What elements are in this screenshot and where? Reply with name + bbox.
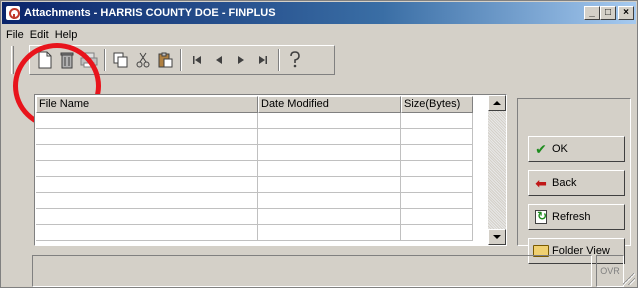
table-row[interactable] — [36, 225, 488, 241]
minimize-button[interactable]: _ — [584, 6, 600, 20]
toolbar-separator — [104, 49, 106, 71]
menu-help[interactable]: Help — [52, 29, 81, 41]
column-header-size[interactable]: Size(Bytes) — [401, 96, 473, 113]
column-header-date-modified[interactable]: Date Modified — [258, 96, 401, 113]
table-row[interactable] — [36, 113, 488, 129]
table-row[interactable] — [36, 129, 488, 145]
attachments-table: File Name Date Modified Size(Bytes) — [34, 94, 507, 246]
window-title: Attachments - HARRIS COUNTY DOE - FINPLU… — [24, 7, 276, 19]
menu-edit[interactable]: Edit — [27, 29, 52, 41]
ok-button-label: OK — [552, 143, 568, 155]
last-record-icon[interactable] — [252, 49, 274, 71]
table-row[interactable] — [36, 161, 488, 177]
menu-file[interactable]: File — [3, 29, 27, 41]
refresh-button-label: Refresh — [552, 211, 591, 223]
refresh-icon — [535, 209, 547, 224]
scroll-up-button[interactable] — [488, 95, 506, 111]
column-header-file-name[interactable]: File Name — [36, 96, 258, 113]
previous-record-icon[interactable] — [208, 49, 230, 71]
attachments-window: Attachments - HARRIS COUNTY DOE - FINPLU… — [0, 0, 638, 288]
back-button[interactable]: ⬅ Back — [528, 170, 625, 196]
toolbar-separator — [180, 49, 182, 71]
close-button[interactable]: × — [618, 6, 634, 20]
overwrite-indicator: OVR — [596, 255, 624, 287]
first-record-icon[interactable] — [186, 49, 208, 71]
scroll-up-arrow-icon — [493, 101, 501, 105]
copy-icon[interactable] — [110, 49, 132, 71]
checkmark-icon: ✔ — [535, 140, 547, 157]
paste-icon[interactable] — [154, 49, 176, 71]
table-header: File Name Date Modified Size(Bytes) — [36, 96, 488, 113]
table-body: File Name Date Modified Size(Bytes) — [36, 96, 488, 244]
resize-grip[interactable] — [623, 273, 635, 285]
window-controls: _ □ × — [584, 6, 634, 20]
table-row[interactable] — [36, 177, 488, 193]
app-icon — [6, 6, 20, 20]
table-row[interactable] — [36, 145, 488, 161]
scroll-down-button[interactable] — [488, 229, 506, 245]
back-button-label: Back — [552, 177, 577, 189]
cut-icon[interactable] — [132, 49, 154, 71]
refresh-button[interactable]: Refresh — [528, 204, 625, 230]
toolbar-separator — [278, 49, 280, 71]
toolbar-grip[interactable] — [11, 46, 14, 74]
status-bar — [32, 255, 592, 287]
title-bar[interactable]: Attachments - HARRIS COUNTY DOE - FINPLU… — [2, 2, 636, 24]
vertical-scrollbar[interactable] — [488, 95, 506, 245]
scroll-down-arrow-icon — [493, 235, 501, 239]
next-record-icon[interactable] — [230, 49, 252, 71]
table-row[interactable] — [36, 193, 488, 209]
menu-bar: File Edit Help — [3, 26, 80, 43]
table-row[interactable] — [36, 209, 488, 225]
maximize-button[interactable]: □ — [600, 6, 616, 20]
help-icon[interactable] — [284, 49, 306, 71]
ok-button[interactable]: ✔ OK — [528, 136, 625, 162]
back-arrow-icon: ⬅ — [535, 174, 547, 191]
action-button-panel: ✔ OK ⬅ Back Refresh Folder View — [517, 98, 631, 264]
